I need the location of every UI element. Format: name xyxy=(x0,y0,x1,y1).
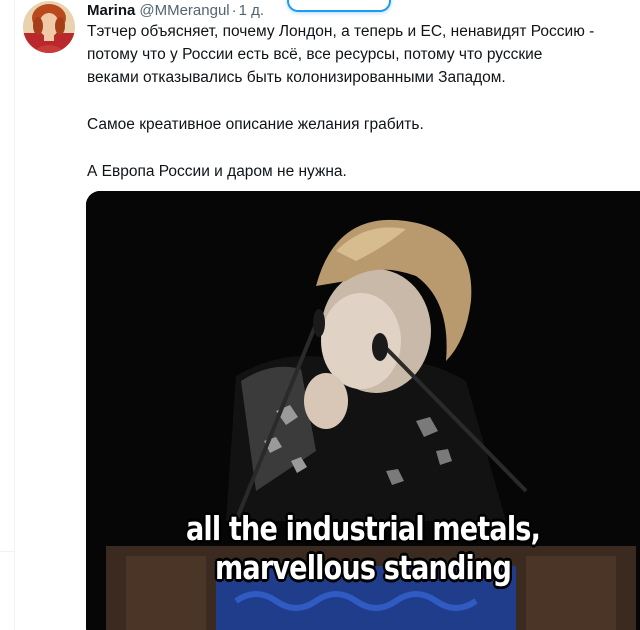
tweet-text-line: Тэтчер объясняет, почему Лондон, а тепер… xyxy=(87,23,595,40)
author-name[interactable]: Marina xyxy=(87,2,135,19)
timeline-left-border xyxy=(14,0,15,630)
video-subtitles: all the industrial metals, marvellous st… xyxy=(136,509,590,587)
tweet-text-line: Самое креативное описание желания грабит… xyxy=(87,116,424,133)
author-avatar[interactable] xyxy=(23,1,75,53)
subtitle-line: marvellous standing xyxy=(215,548,512,587)
header-separator: · xyxy=(231,1,237,19)
tweet-header: Marina @MMerangul · 1 д. xyxy=(87,0,264,20)
subtitle-line: all the industrial metals, xyxy=(185,509,541,548)
tweet-text: Тэтчер объясняет, почему Лондон, а тепер… xyxy=(87,20,640,183)
avatar-photo xyxy=(23,1,75,53)
tweet-page: Marina @MMerangul · 1 д. Тэтчер объясняе… xyxy=(0,0,640,630)
author-handle[interactable]: @MMerangul xyxy=(139,2,229,19)
tweet-text-line: потому что у России есть всё, все ресурс… xyxy=(87,46,543,63)
timeline-divider xyxy=(0,551,14,552)
post-timestamp[interactable]: 1 д. xyxy=(239,2,264,19)
tweet-text-line: А Европа России и даром не нужна. xyxy=(87,163,347,180)
new-posts-pill[interactable] xyxy=(287,0,391,12)
tweet-text-line: веками отказывались быть колонизированны… xyxy=(87,69,506,86)
video-player[interactable]: all the industrial metals, marvellous st… xyxy=(86,191,640,630)
